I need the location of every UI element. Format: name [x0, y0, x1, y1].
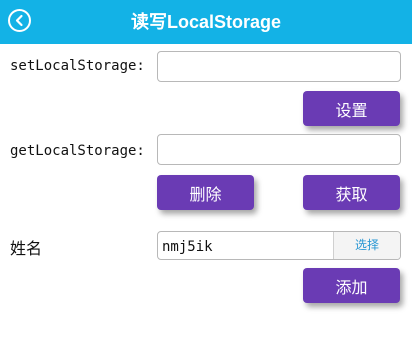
get-localstorage-label: getLocalStorage:: [10, 143, 145, 159]
file-value-text: nmj5ik: [162, 239, 213, 255]
name-label: 姓名: [10, 239, 43, 258]
get-button[interactable]: 获取: [303, 175, 400, 210]
app-screen: 读写LocalStorage setLocalStorage: 设置 getLo…: [0, 0, 412, 343]
header-bar: 读写LocalStorage: [0, 0, 412, 44]
delete-button[interactable]: 删除: [157, 175, 254, 210]
file-picker[interactable]: nmj5ik 选择: [157, 231, 401, 260]
set-localstorage-input[interactable]: [157, 51, 401, 82]
set-button[interactable]: 设置: [303, 91, 400, 126]
add-button[interactable]: 添加: [303, 268, 400, 303]
choose-button[interactable]: 选择: [333, 232, 400, 259]
get-localstorage-input[interactable]: [157, 134, 401, 165]
set-localstorage-label: setLocalStorage:: [10, 58, 145, 74]
page-title: 读写LocalStorage: [130, 12, 282, 32]
